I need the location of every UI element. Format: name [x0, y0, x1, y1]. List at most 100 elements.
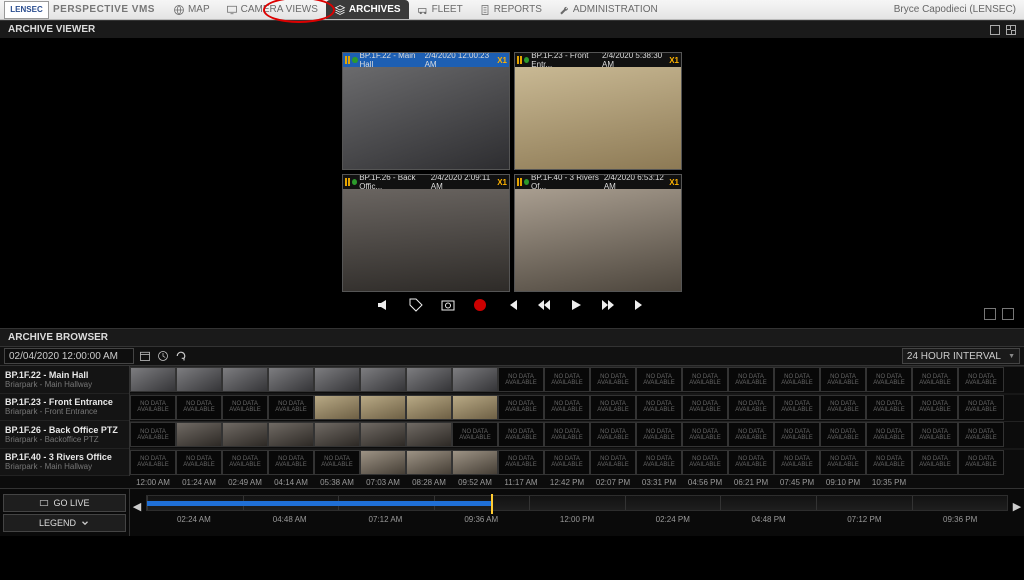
datetime-input[interactable] — [4, 348, 134, 364]
thumbnail[interactable] — [406, 422, 452, 447]
thumbnail[interactable] — [176, 367, 222, 392]
thumbnail[interactable] — [406, 395, 452, 420]
camera-list: BP.1F.22 - Main HallBriarpark - Main Hal… — [0, 366, 130, 476]
current-user[interactable]: Bryce Capodieci (LENSEC) — [894, 4, 1016, 15]
camera-tile[interactable]: BP.1F.26 - Back Offic... 2/4/2020 2:09:1… — [342, 174, 510, 292]
thumbnail[interactable] — [222, 422, 268, 447]
pause-icon — [517, 178, 522, 186]
camera-feed[interactable] — [343, 189, 509, 291]
forward-icon[interactable] — [599, 296, 617, 314]
thumbnail[interactable] — [314, 395, 360, 420]
megaphone-icon[interactable] — [375, 296, 393, 314]
camera-list-item[interactable]: BP.1F.26 - Back Office PTZBriarpark - Ba… — [0, 421, 129, 449]
time-axis-label: 11:17 AM — [498, 478, 544, 487]
thumbnail[interactable] — [314, 367, 360, 392]
thumbnail-nodata: NO DATA AVAILABLE — [498, 450, 544, 475]
archive-browser-header: ARCHIVE BROWSER — [0, 328, 1024, 346]
timeline-tick-label: 09:36 PM — [912, 515, 1008, 524]
nav-administration[interactable]: ADMINISTRATION — [550, 0, 666, 19]
archive-viewer-header: ARCHIVE VIEWER — [0, 20, 1024, 38]
fullscreen-icon[interactable] — [1006, 25, 1016, 35]
thumbnail-nodata: NO DATA AVAILABLE — [774, 450, 820, 475]
thumbnail[interactable] — [130, 367, 176, 392]
time-axis-label: 06:21 PM — [728, 478, 774, 487]
timeline-playhead[interactable] — [491, 494, 493, 514]
time-axis-label: 12:42 PM — [544, 478, 590, 487]
thumbnail[interactable] — [360, 395, 406, 420]
tag-icon[interactable] — [407, 296, 425, 314]
timeline-bar[interactable] — [146, 495, 1008, 511]
thumbnail-nodata: NO DATA AVAILABLE — [314, 450, 360, 475]
thumbnail[interactable] — [222, 367, 268, 392]
time-axis-label: 10:35 PM — [866, 478, 912, 487]
record-icon[interactable] — [471, 296, 489, 314]
thumbnail-nodata: NO DATA AVAILABLE — [222, 395, 268, 420]
thumbnail-nodata: NO DATA AVAILABLE — [958, 367, 1004, 392]
nav-fleet[interactable]: FLEET — [409, 0, 471, 19]
playback-speed: X1 — [669, 56, 679, 65]
clock-icon[interactable] — [156, 349, 170, 363]
grid-layout-icon[interactable] — [990, 25, 1000, 35]
interval-select[interactable]: 24 HOUR INTERVAL — [902, 348, 1020, 364]
archive-browser: BP.1F.22 - Main HallBriarpark - Main Hal… — [0, 366, 1024, 476]
timeline-right-icon[interactable]: ▶ — [1010, 497, 1024, 515]
thumbnail-nodata: NO DATA AVAILABLE — [176, 395, 222, 420]
thumbnail[interactable] — [360, 422, 406, 447]
snapshot-icon[interactable] — [439, 296, 457, 314]
timeline-tick-label: 02:24 PM — [625, 515, 721, 524]
nav-map[interactable]: MAP — [165, 0, 218, 19]
thumbnail-nodata: NO DATA AVAILABLE — [912, 450, 958, 475]
skip-end-icon[interactable] — [631, 296, 649, 314]
thumbnail[interactable] — [176, 422, 222, 447]
status-dot-icon — [524, 57, 529, 63]
section-title: ARCHIVE BROWSER — [8, 332, 108, 343]
thumbnail[interactable] — [360, 450, 406, 475]
thumbnail-nodata: NO DATA AVAILABLE — [820, 450, 866, 475]
pause-icon — [345, 56, 350, 64]
nav-reports[interactable]: REPORTS — [471, 0, 550, 19]
nav-label: ADMINISTRATION — [573, 4, 658, 15]
timeline-tick-label: 12:00 PM — [529, 515, 625, 524]
thumbnail[interactable] — [314, 422, 360, 447]
nav-archives[interactable]: ARCHIVES — [326, 0, 409, 19]
camera-tile[interactable]: BP.1F.23 - Front Entr... 2/4/2020 5:38:3… — [514, 52, 682, 170]
timeline-labels: 02:24 AM04:48 AM07:12 AM09:36 AM12:00 PM… — [146, 515, 1008, 524]
camera-feed[interactable] — [343, 67, 509, 169]
thumbnail[interactable] — [360, 367, 406, 392]
thumbnail-row: NO DATA AVAILABLENO DATA AVAILABLENO DAT… — [130, 394, 1024, 422]
timeline-left-icon[interactable]: ◀ — [130, 497, 144, 515]
thumbnail[interactable] — [452, 367, 498, 392]
go-live-button[interactable]: GO LIVE — [3, 494, 126, 512]
thumbnail-nodata: NO DATA AVAILABLE — [636, 367, 682, 392]
camera-tile[interactable]: BP.1F.40 - 3 Rivers Of... 2/4/2020 6:53:… — [514, 174, 682, 292]
camera-feed[interactable] — [515, 67, 681, 169]
rewind-icon[interactable] — [535, 296, 553, 314]
timeline[interactable]: ◀ ▶ 02:24 AM04:48 AM07:12 AM09:36 AM12:0… — [130, 489, 1024, 536]
camera-list-item[interactable]: BP.1F.23 - Front EntranceBriarpark - Fro… — [0, 394, 129, 422]
camera-list-item[interactable]: BP.1F.40 - 3 Rivers OfficeBriarpark - Ma… — [0, 449, 129, 477]
thumbnail[interactable] — [268, 367, 314, 392]
legend-button[interactable]: LEGEND — [3, 514, 126, 532]
camera-list-sub: Briarpark - Backoffice PTZ — [5, 435, 124, 444]
thumbnail-grid[interactable]: NO DATA AVAILABLENO DATA AVAILABLENO DAT… — [130, 366, 1024, 476]
thumbnail-row: NO DATA AVAILABLENO DATA AVAILABLENO DAT… — [130, 421, 1024, 449]
nav-camera-views[interactable]: CAMERA VIEWS — [218, 0, 326, 19]
thumbnail[interactable] — [268, 422, 314, 447]
skip-start-icon[interactable] — [503, 296, 521, 314]
camera-tile[interactable]: BP.1F.22 - Main Hall 2/4/2020 12:00:23 A… — [342, 52, 510, 170]
camera-feed[interactable] — [515, 189, 681, 291]
thumbnail[interactable] — [406, 450, 452, 475]
document-icon — [479, 4, 491, 16]
refresh-icon[interactable] — [174, 349, 188, 363]
thumbnail[interactable] — [406, 367, 452, 392]
calendar-icon[interactable] — [138, 349, 152, 363]
thumbnail[interactable] — [452, 450, 498, 475]
thumbnail[interactable] — [452, 395, 498, 420]
camera-timestamp: 2/4/2020 5:38:30 AM — [602, 53, 665, 67]
play-icon[interactable] — [567, 296, 585, 314]
time-axis-label: 02:07 PM — [590, 478, 636, 487]
bottom-panel: GO LIVE LEGEND ◀ ▶ 02:24 AM04:48 AM07:12… — [0, 488, 1024, 536]
popout-icon[interactable] — [1002, 308, 1014, 320]
camera-list-item[interactable]: BP.1F.22 - Main HallBriarpark - Main Hal… — [0, 366, 129, 394]
expand-icon[interactable] — [984, 308, 996, 320]
